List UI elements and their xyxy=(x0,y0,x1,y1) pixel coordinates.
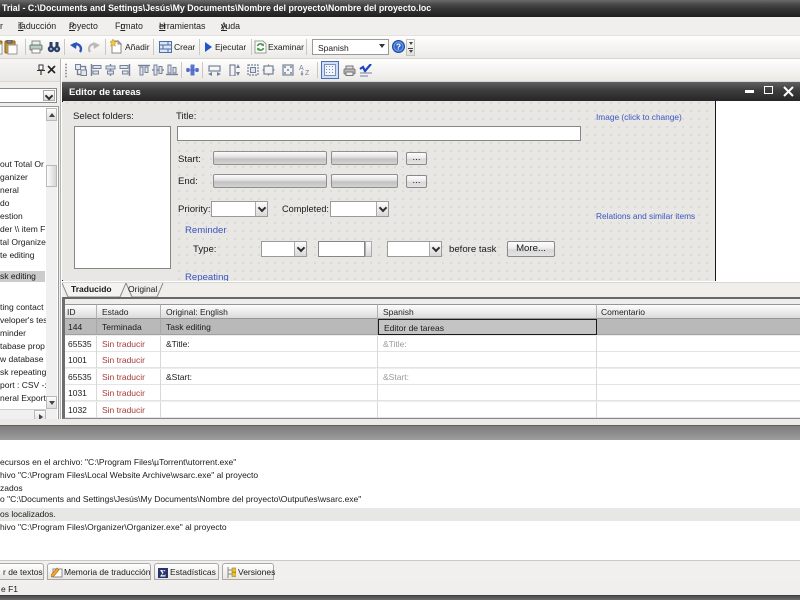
svg-text:Σ: Σ xyxy=(160,568,166,578)
svg-text:A: A xyxy=(299,65,304,72)
svg-text:?: ? xyxy=(396,42,401,52)
svg-text:Z: Z xyxy=(305,70,310,76)
